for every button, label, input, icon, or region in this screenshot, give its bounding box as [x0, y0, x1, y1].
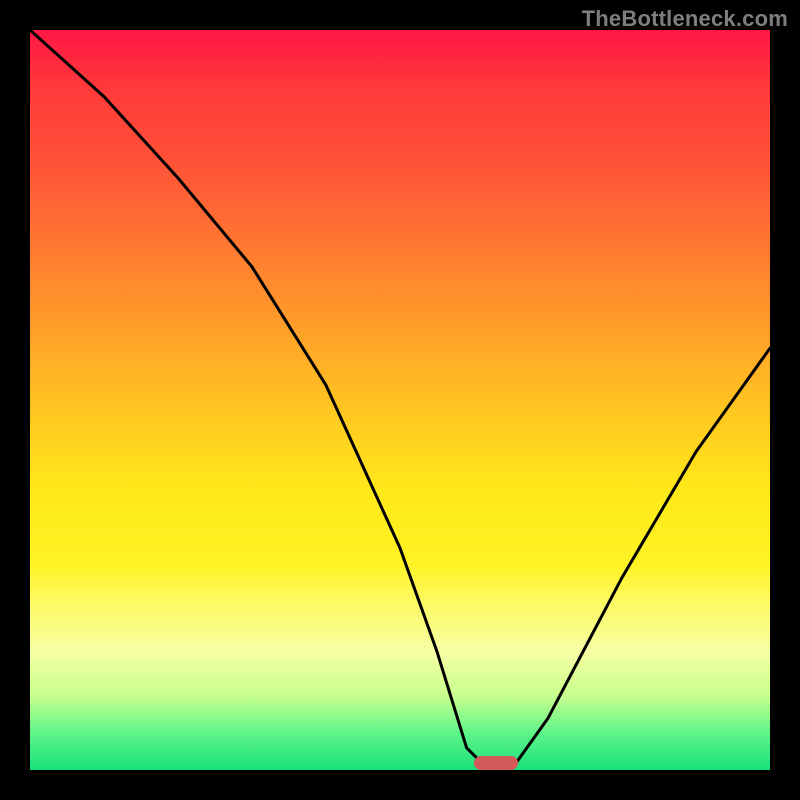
chart-frame: TheBottleneck.com — [0, 0, 800, 800]
bottleneck-curve — [30, 30, 770, 770]
attribution-text: TheBottleneck.com — [582, 6, 788, 32]
optimal-marker — [474, 756, 518, 770]
plot-area — [30, 30, 770, 770]
